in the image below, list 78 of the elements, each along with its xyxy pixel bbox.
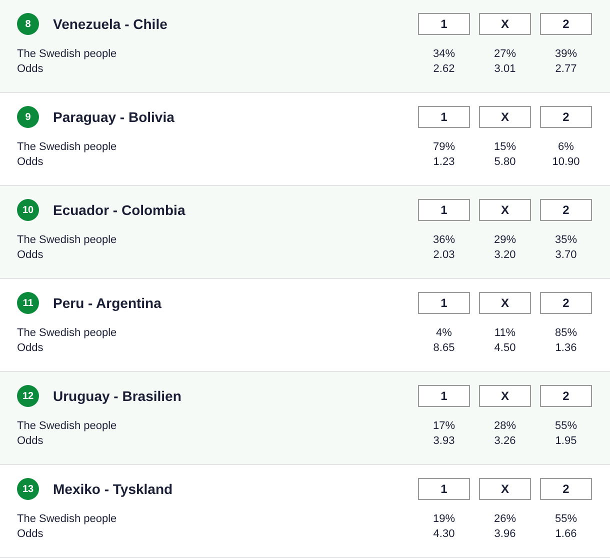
odds-value: 2.77: [554, 62, 578, 74]
match-number-badge: 11: [17, 292, 39, 314]
odds-value: 3.01: [493, 62, 517, 74]
bet-option-button[interactable]: 2: [540, 385, 592, 407]
odds-value: 4.50: [493, 342, 517, 354]
bet-option-button[interactable]: 2: [540, 292, 592, 314]
match-title: Ecuador - Colombia: [53, 202, 186, 218]
bet-option-button[interactable]: X: [479, 478, 531, 500]
odds-value: 2.62: [432, 62, 456, 74]
odds-label: Odds: [17, 156, 44, 168]
odds-label: Odds: [17, 434, 44, 446]
people-percentage-label: The Swedish people: [17, 326, 118, 338]
match-title: Mexiko - Tyskland: [53, 481, 174, 497]
odds-label: Odds: [17, 528, 44, 540]
people-percentage-value: 55%: [554, 420, 578, 432]
people-percentage-value: 4%: [435, 326, 453, 338]
people-percentage-value: 39%: [554, 48, 578, 60]
bet-option-button[interactable]: 1: [418, 106, 470, 128]
bet-option-button[interactable]: 2: [540, 13, 592, 35]
people-percentage-value: 19%: [432, 512, 456, 524]
people-percentage-label: The Swedish people: [17, 512, 118, 524]
bet-option-button[interactable]: 1: [418, 292, 470, 314]
people-percentage-value: 27%: [492, 48, 518, 60]
bet-option-button[interactable]: 1: [418, 13, 470, 35]
odds-value: 4.30: [432, 528, 456, 540]
people-percentage-value: 79%: [432, 140, 456, 152]
bet-option-button[interactable]: 1: [418, 199, 470, 221]
odds-value: 3.26: [493, 434, 517, 446]
people-percentage-value: 11%: [493, 326, 517, 338]
people-percentage-value: 35%: [554, 234, 578, 246]
odds-value: 10.90: [551, 156, 581, 168]
odds-value: 1.66: [554, 528, 578, 540]
odds-value: 1.23: [432, 156, 456, 168]
odds-value: 3.70: [554, 248, 578, 260]
people-percentage-value: 17%: [432, 420, 456, 432]
match-number-badge: 8: [17, 13, 39, 35]
match-number-badge: 12: [17, 385, 39, 407]
bet-option-button[interactable]: X: [479, 385, 531, 407]
odds-value: 2.03: [432, 248, 456, 260]
bet-option-button[interactable]: X: [479, 199, 531, 221]
bet-option-button[interactable]: X: [479, 292, 531, 314]
match-title: Uruguay - Brasilien: [53, 388, 182, 404]
odds-label: Odds: [17, 62, 44, 74]
match-number-badge: 13: [17, 478, 39, 500]
people-percentage-value: 29%: [492, 234, 518, 246]
odds-value: 1.36: [554, 342, 578, 354]
bet-option-button[interactable]: 2: [540, 199, 592, 221]
odds-value: 3.20: [493, 248, 517, 260]
people-percentage-label: The Swedish people: [17, 140, 118, 152]
match-title: Paraguay - Bolivia: [53, 109, 176, 125]
odds-value: 1.95: [554, 434, 578, 446]
odds-value: 8.65: [432, 342, 456, 354]
match-title: Venezuela - Chile: [53, 16, 168, 32]
odds-label: Odds: [17, 342, 44, 354]
match-title: Peru - Argentina: [53, 295, 162, 311]
people-percentage-label: The Swedish people: [17, 48, 118, 60]
people-percentage-value: 6%: [557, 140, 575, 152]
odds-label: Odds: [17, 248, 44, 260]
people-percentage-label: The Swedish people: [17, 234, 118, 246]
odds-value: 5.80: [493, 156, 517, 168]
bet-option-button[interactable]: X: [479, 106, 531, 128]
match-number-badge: 9: [17, 106, 39, 128]
bet-option-button[interactable]: X: [479, 13, 531, 35]
match-number-badge: 10: [17, 199, 39, 221]
bet-option-button[interactable]: 1: [418, 385, 470, 407]
people-percentage-value: 34%: [432, 48, 456, 60]
people-percentage-value: 85%: [554, 326, 578, 338]
people-percentage-value: 36%: [432, 234, 456, 246]
odds-value: 3.96: [493, 528, 517, 540]
bet-option-button[interactable]: 2: [540, 106, 592, 128]
people-percentage-value: 55%: [554, 512, 578, 524]
people-percentage-value: 15%: [492, 140, 518, 152]
odds-value: 3.93: [432, 434, 456, 446]
people-percentage-label: The Swedish people: [17, 420, 118, 432]
bet-option-button[interactable]: 2: [540, 478, 592, 500]
people-percentage-value: 28%: [492, 420, 518, 432]
people-percentage-value: 26%: [492, 512, 518, 524]
bet-option-button[interactable]: 1: [418, 478, 470, 500]
